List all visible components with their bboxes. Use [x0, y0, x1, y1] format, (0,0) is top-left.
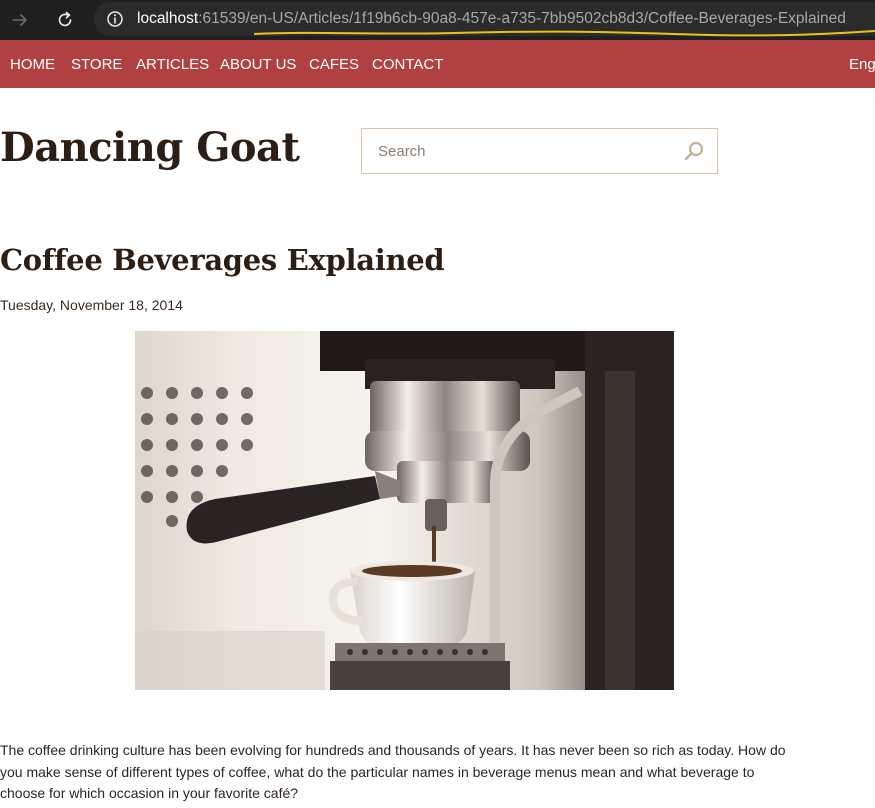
reload-button[interactable] — [51, 6, 79, 34]
article-intro-text: The coffee drinking culture has been evo… — [0, 742, 786, 801]
site-logo-text[interactable]: Dancing Goat — [0, 124, 300, 172]
main-nav: HOME STORE ARTICLES ABOUT US CAFES CONTA… — [0, 40, 875, 88]
url-underline-mark — [254, 30, 875, 37]
nav-store[interactable]: STORE — [71, 56, 122, 74]
info-icon[interactable] — [106, 10, 124, 28]
url-text[interactable]: localhost:61539/en-US/Articles/1f19b6cb-… — [137, 9, 846, 29]
nav-home[interactable]: HOME — [10, 56, 55, 74]
nav-articles[interactable]: ARTICLES — [136, 56, 209, 74]
url-path: :61539/en-US/Articles/1f19b6cb-90a8-457e… — [198, 10, 846, 27]
search-input[interactable] — [362, 129, 678, 173]
reload-icon — [58, 11, 72, 27]
forward-button[interactable] — [6, 6, 34, 34]
nav-contact[interactable]: CONTACT — [372, 56, 443, 74]
url-host: localhost — [137, 10, 199, 27]
nav-cafes[interactable]: CAFES — [309, 56, 359, 74]
language-selector[interactable]: Eng — [849, 56, 875, 74]
search-box — [361, 128, 718, 174]
article-title: Coffee Beverages Explained — [0, 243, 445, 277]
magnifier-icon[interactable] — [683, 140, 705, 162]
forward-arrow-icon — [12, 14, 27, 26]
nav-about-us[interactable]: ABOUT US — [220, 56, 296, 74]
browser-toolbar: localhost:61539/en-US/Articles/1f19b6cb-… — [0, 0, 875, 40]
article-image — [135, 331, 674, 690]
article-date: Tuesday, November 18, 2014 — [0, 297, 183, 313]
